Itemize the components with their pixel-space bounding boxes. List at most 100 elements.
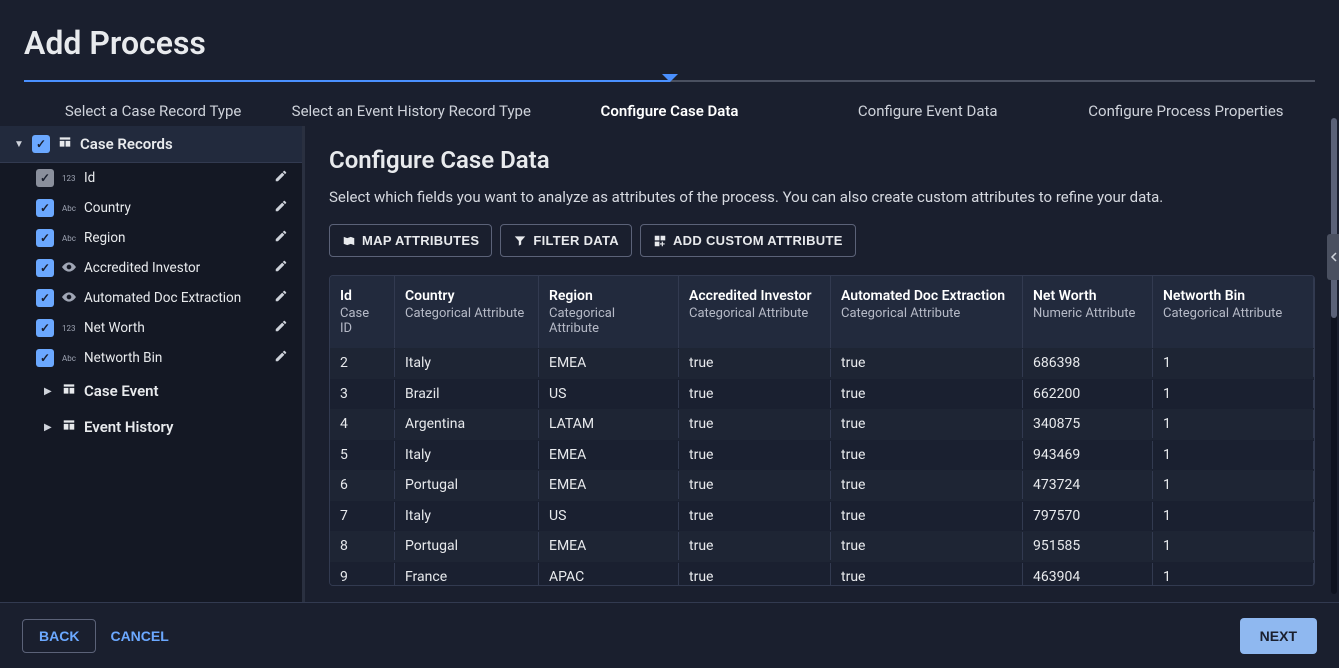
column-header-id[interactable]: Id Case ID [330, 276, 395, 348]
table-row[interactable]: 7ItalyUStruetrue7975701 [330, 501, 1314, 532]
chevron-down-icon[interactable]: ▼ [14, 139, 24, 150]
cell-region: EMEA [539, 532, 679, 560]
table-icon [62, 382, 76, 400]
column-subtitle: Case ID [340, 306, 384, 336]
chevron-right-icon[interactable]: ▶ [44, 386, 54, 397]
field-row[interactable]: ✓Automated Doc Extraction [0, 283, 302, 313]
table-row[interactable]: 2ItalyEMEAtruetrue6863981 [330, 348, 1314, 379]
stepper-caret-icon [662, 74, 678, 82]
cell-country: Italy [395, 502, 539, 530]
column-subtitle: Categorical Attribute [405, 306, 528, 321]
edit-icon[interactable] [270, 319, 292, 337]
tree-group-event-history[interactable]: ▶ Event History [0, 409, 302, 445]
cell-accredited-investor: true [679, 380, 831, 408]
table-row[interactable]: 5ItalyEMEAtruetrue9434691 [330, 440, 1314, 471]
sidebar-collapse-handle[interactable] [1327, 234, 1339, 280]
chevron-right-icon[interactable]: ▶ [44, 422, 54, 433]
field-row[interactable]: ✓AbcRegion [0, 223, 302, 253]
field-type-icon: 123 [62, 174, 76, 183]
table-icon [62, 418, 76, 436]
column-name: Country [405, 288, 528, 304]
column-name: Net Worth [1033, 288, 1142, 304]
tree-group-case-event[interactable]: ▶ Case Event [0, 373, 302, 409]
step-select-event-history-record-type[interactable]: Select an Event History Record Type [282, 88, 540, 120]
cell-automated-doc-extraction: true [831, 349, 1023, 377]
field-checkbox[interactable]: ✓ [36, 259, 54, 277]
table-row[interactable]: 6PortugalEMEAtruetrue4737241 [330, 470, 1314, 501]
filter-data-button[interactable]: FILTER DATA [500, 224, 632, 257]
cell-id: 5 [330, 441, 395, 469]
step-configure-event-data[interactable]: Configure Event Data [799, 88, 1057, 120]
table-row[interactable]: 8PortugalEMEAtruetrue9515851 [330, 531, 1314, 562]
field-label: Networth Bin [84, 350, 262, 366]
field-checkbox[interactable]: ✓ [36, 229, 54, 247]
field-checkbox[interactable]: ✓ [36, 289, 54, 307]
data-table: Id Case ID Country Categorical Attribute… [329, 275, 1315, 586]
cell-region: EMEA [539, 441, 679, 469]
column-name: Accredited Investor [689, 288, 820, 304]
column-name: Region [549, 288, 668, 304]
step-configure-process-properties[interactable]: Configure Process Properties [1057, 88, 1315, 120]
cell-net-worth: 473724 [1023, 471, 1153, 499]
column-header-networth-bin[interactable]: Networth Bin Categorical Attribute [1153, 276, 1314, 348]
table-row[interactable]: 3BrazilUStruetrue6622001 [330, 379, 1314, 410]
field-label: Id [84, 170, 262, 186]
step-select-case-record-type[interactable]: Select a Case Record Type [24, 88, 282, 120]
cell-accredited-investor: true [679, 532, 831, 560]
cell-region: EMEA [539, 471, 679, 499]
cell-accredited-investor: true [679, 349, 831, 377]
edit-icon[interactable] [270, 349, 292, 367]
check-icon: ✓ [36, 137, 46, 151]
field-checkbox[interactable]: ✓ [36, 319, 54, 337]
column-header-net-worth[interactable]: Net Worth Numeric Attribute [1023, 276, 1153, 348]
edit-icon[interactable] [270, 259, 292, 277]
column-header-country[interactable]: Country Categorical Attribute [395, 276, 539, 348]
back-button[interactable]: BACK [22, 619, 96, 653]
field-row[interactable]: ✓ Abc Networth Bin [0, 343, 302, 373]
field-checkbox[interactable]: ✓ [36, 349, 54, 367]
next-button[interactable]: NEXT [1240, 618, 1317, 654]
tree-group-case-records[interactable]: ▼ ✓ Case Records [0, 126, 302, 163]
cell-automated-doc-extraction: true [831, 441, 1023, 469]
column-name: Automated Doc Extraction [841, 288, 1012, 304]
edit-icon[interactable] [270, 199, 292, 217]
field-checkbox[interactable]: ✓ [36, 169, 54, 187]
checkbox-case-records[interactable]: ✓ [32, 135, 50, 153]
field-type-icon [62, 262, 76, 274]
field-label: Region [84, 230, 262, 246]
tree-group-label: Case Records [80, 135, 173, 153]
cell-id: 6 [330, 471, 395, 499]
field-row[interactable]: ✓Accredited Investor [0, 253, 302, 283]
field-list: ✓123Id✓AbcCountry✓AbcRegion✓Accredited I… [0, 163, 302, 373]
map-attributes-button[interactable]: MAP ATTRIBUTES [329, 224, 492, 257]
field-label: Net Worth [84, 320, 262, 336]
field-type-icon: Abc [62, 354, 76, 363]
field-row[interactable]: ✓AbcCountry [0, 193, 302, 223]
edit-icon[interactable] [270, 289, 292, 307]
cell-country: Italy [395, 441, 539, 469]
cell-region: US [539, 502, 679, 530]
toolbar: MAP ATTRIBUTES FILTER DATA ADD CUSTOM AT… [329, 224, 1315, 257]
field-row[interactable]: ✓123Net Worth [0, 313, 302, 343]
table-row[interactable]: 9FranceAPACtruetrue4639041 [330, 562, 1314, 586]
cell-id: 7 [330, 502, 395, 530]
cell-networth-bin: 1 [1153, 471, 1314, 499]
table-row[interactable]: 4ArgentinaLATAMtruetrue3408751 [330, 409, 1314, 440]
add-custom-attribute-label: ADD CUSTOM ATTRIBUTE [673, 233, 843, 248]
column-header-automated-doc-extraction[interactable]: Automated Doc Extraction Categorical Att… [831, 276, 1023, 348]
column-header-accredited-investor[interactable]: Accredited Investor Categorical Attribut… [679, 276, 831, 348]
edit-icon[interactable] [270, 169, 292, 187]
cell-net-worth: 951585 [1023, 532, 1153, 560]
step-configure-case-data[interactable]: Configure Case Data [540, 88, 798, 120]
field-checkbox[interactable]: ✓ [36, 199, 54, 217]
scrollbar[interactable] [1331, 118, 1337, 594]
cell-accredited-investor: true [679, 563, 831, 585]
add-custom-attribute-button[interactable]: ADD CUSTOM ATTRIBUTE [640, 224, 856, 257]
column-header-region[interactable]: Region Categorical Attribute [539, 276, 679, 348]
cancel-button[interactable]: CANCEL [110, 628, 168, 644]
edit-icon[interactable] [270, 229, 292, 247]
field-row[interactable]: ✓ 123 Id [0, 163, 302, 193]
cell-id: 3 [330, 380, 395, 408]
sidebar: ▼ ✓ Case Records ✓123Id✓AbcCountry✓AbcRe… [0, 126, 305, 606]
table-icon [58, 135, 72, 153]
